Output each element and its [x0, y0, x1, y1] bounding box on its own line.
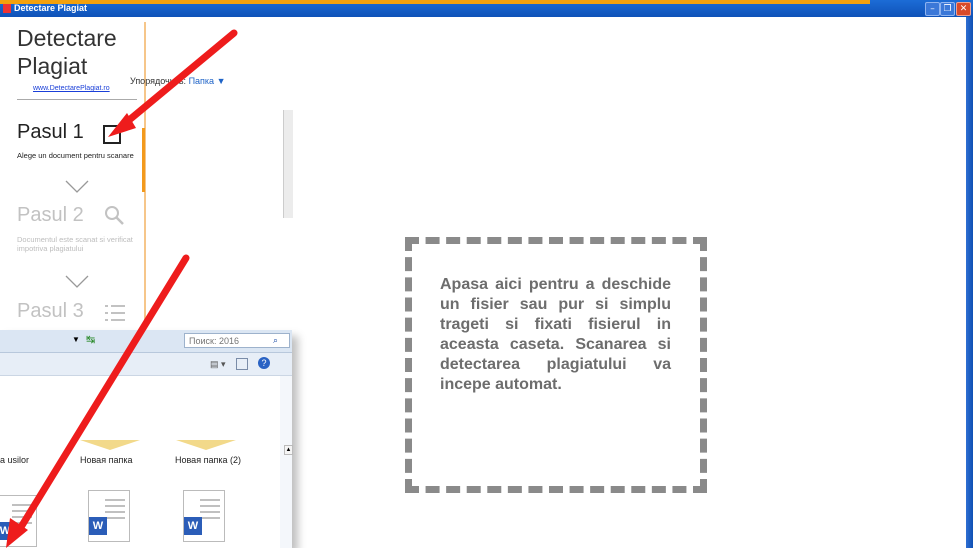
red-arrow-1 — [118, 29, 238, 130]
annotation-arrows — [6, 29, 238, 548]
red-arrow-2 — [14, 254, 190, 536]
